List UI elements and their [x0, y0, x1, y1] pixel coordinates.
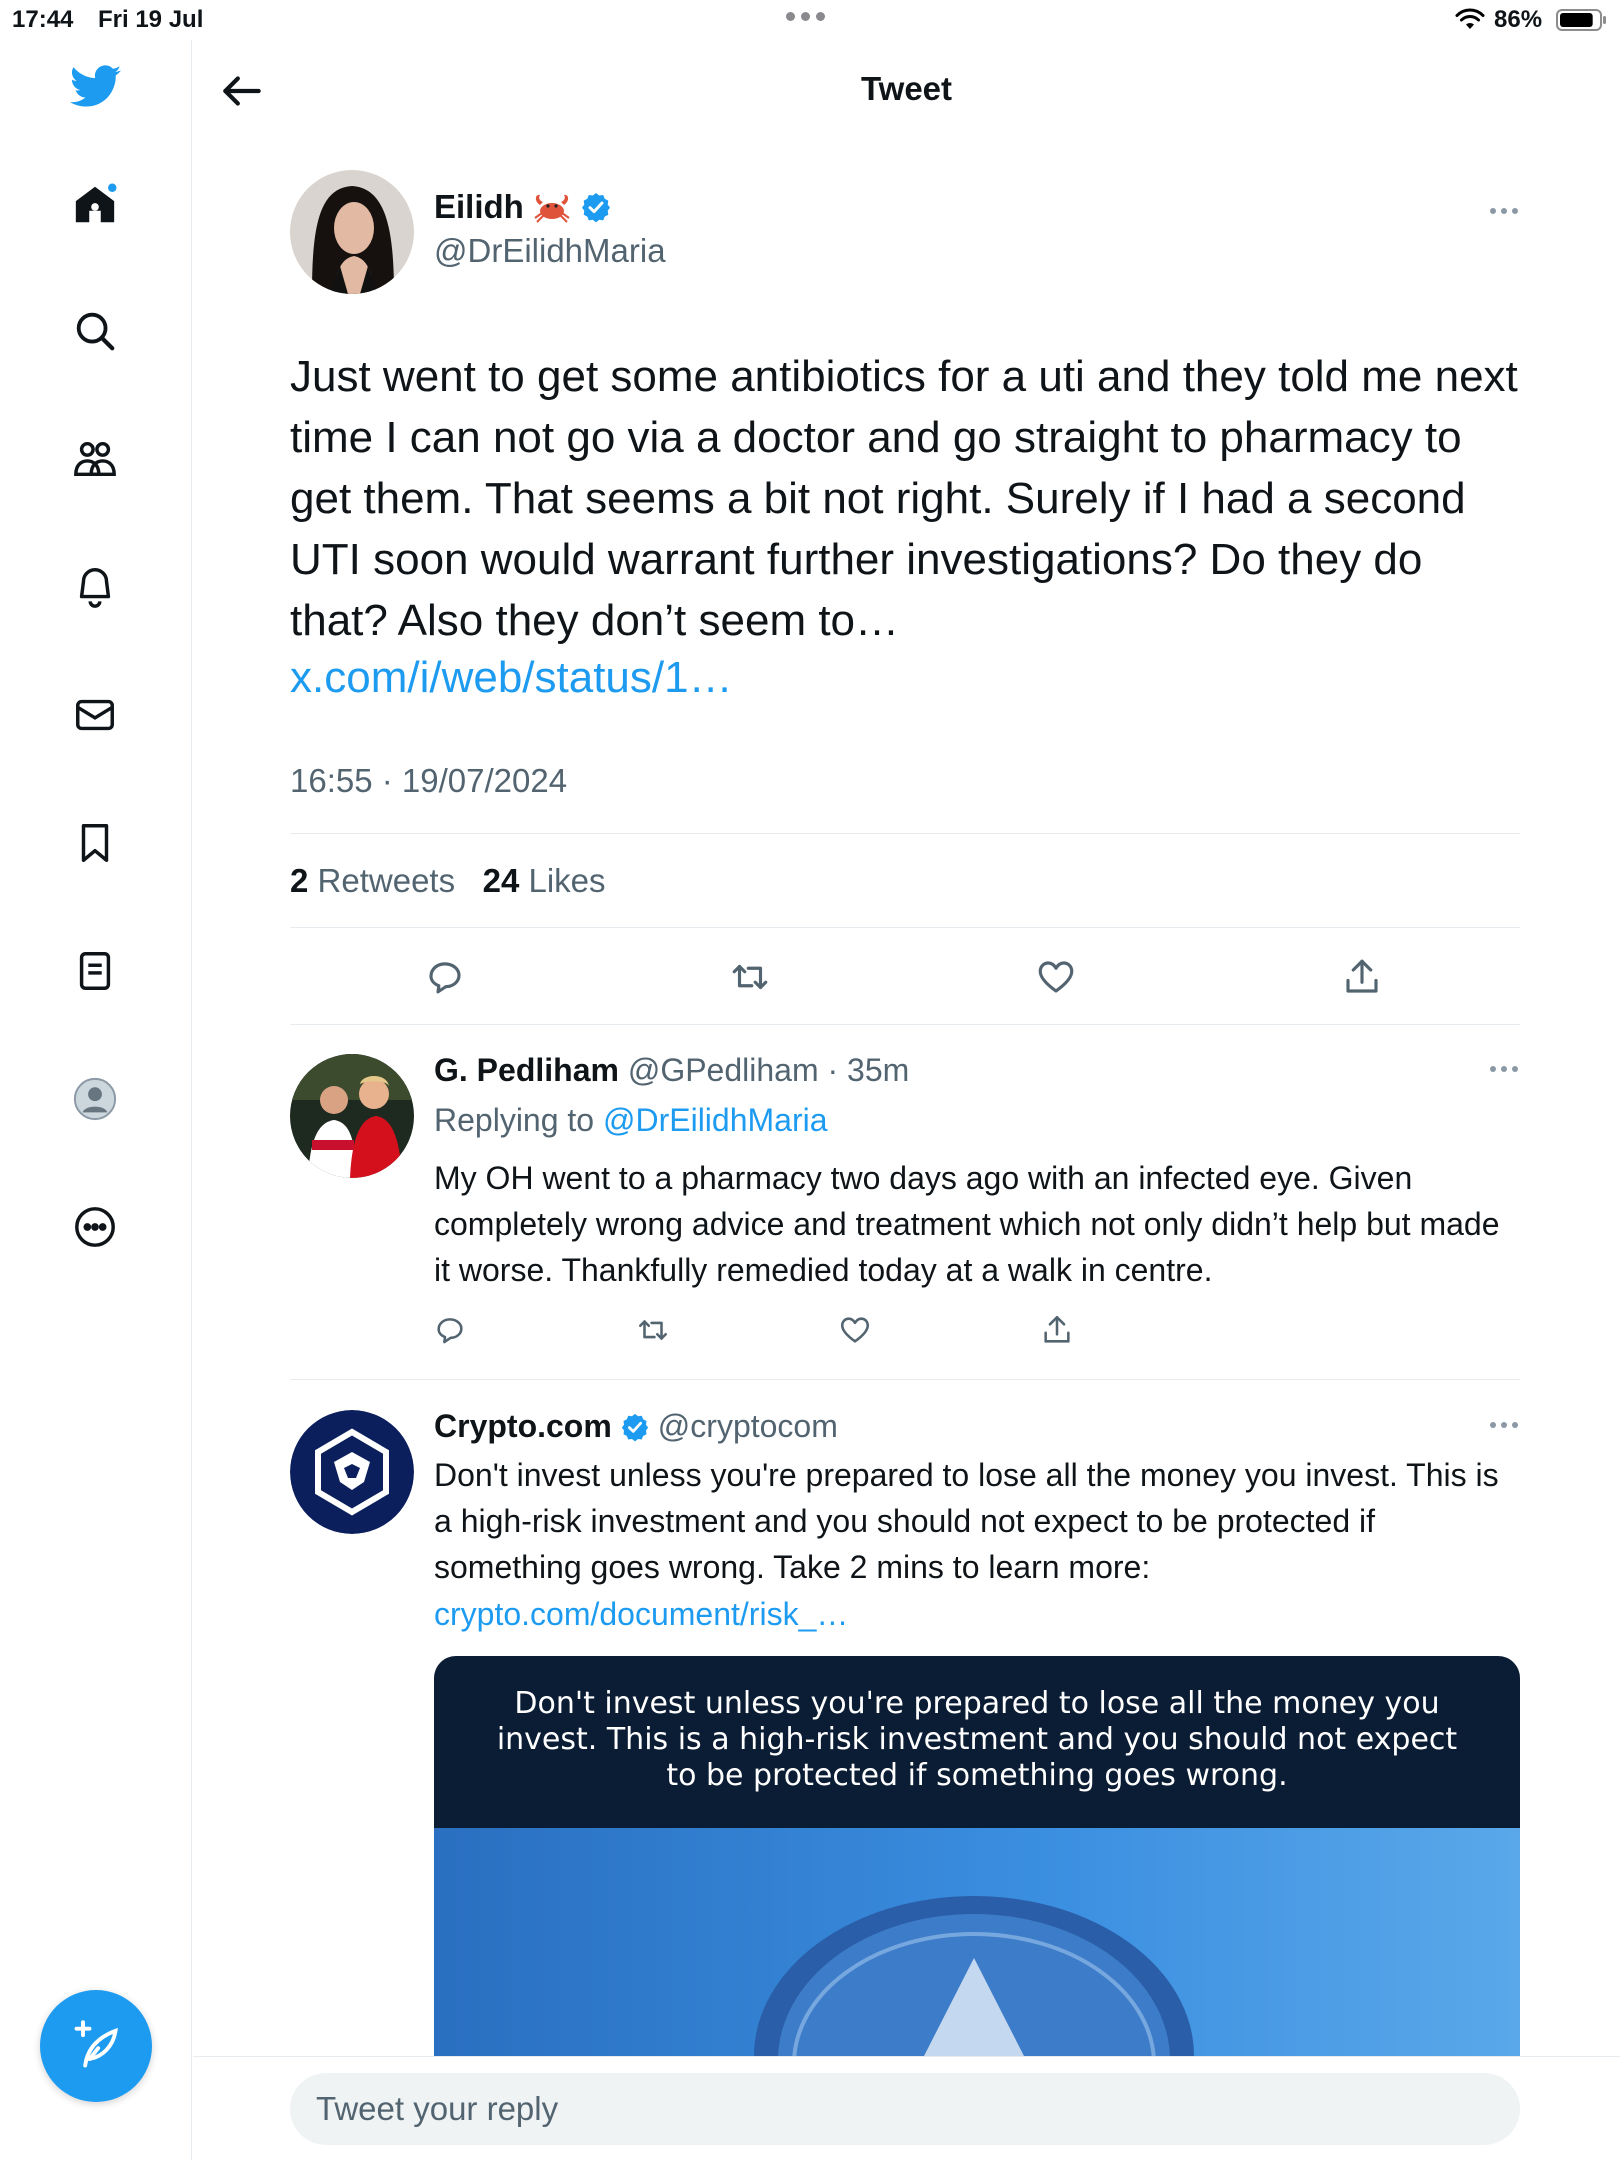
- tweet-timestamp[interactable]: 16:55 · 19/07/2024: [290, 762, 567, 800]
- reply-input[interactable]: [290, 2073, 1520, 2145]
- compose-tweet-button[interactable]: [40, 1990, 152, 2102]
- share-icon: [1346, 959, 1378, 993]
- tweet-more-options-icon[interactable]: [1490, 208, 1518, 214]
- reply-link[interactable]: crypto.com/document/risk_…: [434, 1596, 848, 1633]
- promo-card-text: Don't invest unless you're prepared to l…: [496, 1686, 1458, 1793]
- replying-to-handle[interactable]: @DrEilidhMaria: [603, 1102, 828, 1138]
- likes-label: Likes: [528, 862, 606, 899]
- header: Tweet: [193, 40, 1620, 140]
- coin-graphic: [754, 1896, 1194, 2056]
- reply-more-options-icon[interactable]: [1490, 1422, 1518, 1428]
- heart-icon: [1038, 961, 1074, 993]
- compose-tweet-icon: [74, 2020, 118, 2068]
- tweet-text: Just went to get some antibiotics for a …: [290, 352, 1518, 645]
- author-name-row: Eilidh: [434, 188, 612, 226]
- reply-header: Crypto.com @cryptocom: [434, 1408, 838, 1445]
- battery-percent: 86%: [1494, 6, 1543, 33]
- share-button[interactable]: [1337, 952, 1387, 1002]
- divider: [290, 1024, 1520, 1025]
- tweet-link[interactable]: x.com/i/web/status/1…: [290, 653, 733, 703]
- reply-button[interactable]: [430, 1310, 470, 1350]
- reply-text: My OH went to a pharmacy two days ago wi…: [434, 1160, 1500, 1288]
- battery-icon: [1556, 9, 1606, 31]
- heart-icon: [840, 1317, 870, 1343]
- messages-icon[interactable]: [66, 686, 124, 744]
- avatar[interactable]: [290, 1410, 414, 1534]
- crab-emoji-icon: [534, 194, 570, 223]
- reply-author-handle[interactable]: @cryptocom: [658, 1408, 838, 1445]
- author-name[interactable]: Eilidh: [434, 188, 524, 226]
- twitter-logo-icon[interactable]: [70, 64, 122, 110]
- search-icon[interactable]: [66, 302, 124, 360]
- home-icon[interactable]: [66, 176, 124, 234]
- wifi-icon: [1455, 8, 1485, 29]
- retweet-button[interactable]: [633, 1310, 673, 1350]
- reply-time[interactable]: · 35m: [828, 1052, 910, 1088]
- divider: [290, 927, 1520, 928]
- replying-to: Replying to @DrEilidhMaria: [434, 1102, 828, 1139]
- status-bar: 17:44 Fri 19 Jul 86%: [0, 0, 1620, 40]
- divider: [290, 833, 1520, 834]
- retweets-stat[interactable]: 2 Retweets: [290, 862, 455, 899]
- verified-badge-icon: [621, 1413, 648, 1441]
- reply-icon: [437, 1318, 463, 1344]
- retweets-label: Retweets: [317, 862, 456, 899]
- reply-more-options-icon[interactable]: [1490, 1066, 1518, 1072]
- divider: [290, 1379, 1520, 1380]
- status-time: 17:44: [12, 6, 74, 33]
- reply-composer: [193, 2056, 1620, 2160]
- bookmarks-icon[interactable]: [66, 814, 124, 872]
- reply-author-name[interactable]: Crypto.com: [434, 1408, 612, 1445]
- retweet-button[interactable]: [725, 952, 775, 1002]
- tweet-stats: 2 Retweets 24 Likes: [290, 862, 606, 900]
- avatar[interactable]: [290, 1054, 414, 1178]
- promo-card[interactable]: Don't invest unless you're prepared to l…: [434, 1656, 1520, 2056]
- reply-header: G. Pedliham @GPedliham · 35m: [434, 1052, 909, 1089]
- profile-icon[interactable]: [66, 1070, 124, 1128]
- reply-icon: [429, 962, 461, 994]
- retweet-icon: [638, 1320, 668, 1340]
- like-button[interactable]: [835, 1310, 875, 1350]
- reply-author-name[interactable]: G. Pedliham: [434, 1052, 619, 1088]
- likes-count: 24: [482, 862, 520, 899]
- verified-badge-icon: [581, 193, 610, 223]
- like-button[interactable]: [1031, 952, 1081, 1002]
- reply-author-handle[interactable]: @GPedliham: [628, 1052, 819, 1088]
- status-date: Fri 19 Jul: [98, 6, 204, 33]
- promo-card-image: [434, 1828, 1520, 2056]
- more-icon[interactable]: [66, 1198, 124, 1256]
- author-handle[interactable]: @DrEilidhMaria: [434, 232, 666, 270]
- lists-icon[interactable]: [66, 942, 124, 1000]
- multitasking-dots-icon[interactable]: [786, 12, 825, 21]
- likes-stat[interactable]: 24 Likes: [483, 862, 606, 899]
- avatar[interactable]: [290, 170, 414, 294]
- notifications-icon[interactable]: [66, 558, 124, 616]
- retweet-icon: [732, 964, 768, 990]
- sidebar: [0, 40, 192, 2160]
- reply-text: Don't invest unless you're prepared to l…: [434, 1457, 1499, 1585]
- share-icon: [1044, 1315, 1070, 1343]
- communities-icon[interactable]: [66, 430, 124, 488]
- share-button[interactable]: [1037, 1310, 1077, 1350]
- retweets-count: 2: [290, 862, 309, 899]
- replying-to-label: Replying to: [434, 1102, 595, 1138]
- reply-button[interactable]: [420, 952, 470, 1002]
- page-title: Tweet: [860, 70, 953, 107]
